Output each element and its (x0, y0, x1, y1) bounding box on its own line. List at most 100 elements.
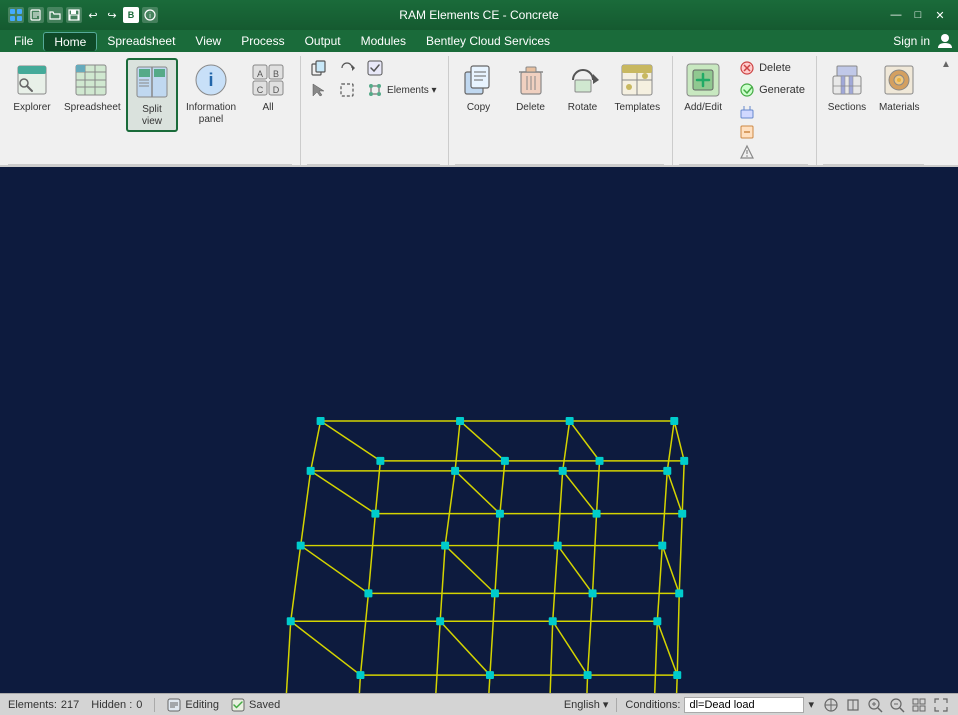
title-bar: ↩ ↪ B i RAM Elements CE - Concrete — □ ✕ (0, 0, 958, 30)
extra-icon[interactable]: i (142, 7, 158, 23)
copy-icon (459, 60, 499, 100)
elements-dropdown-label: Elements ▾ (387, 85, 436, 96)
main-area: Y X Z Elements: 217 Hidden : (0, 167, 958, 715)
viewport: Y X Z (0, 167, 958, 693)
sign-in-label: Sign in (893, 34, 930, 48)
saved-label: Saved (249, 699, 280, 711)
menu-file[interactable]: File (4, 32, 43, 50)
elements-icon (366, 81, 384, 99)
information-panel-icon: i (191, 60, 231, 100)
zoom-out-icon[interactable] (888, 696, 906, 714)
sign-in-area[interactable]: Sign in (893, 32, 954, 50)
svg-text:B: B (273, 69, 279, 79)
menu-process[interactable]: Process (231, 32, 294, 50)
select-window-button[interactable] (335, 80, 359, 100)
ribbon-group-data: Explorer (4, 56, 301, 181)
split-view-button[interactable]: Splitview (126, 58, 178, 132)
spreadsheet-icon (71, 60, 111, 100)
all-label: All (262, 102, 273, 114)
select-copy-button[interactable] (307, 58, 331, 78)
editing-label: Editing (185, 699, 219, 711)
zoom-in-icon[interactable] (866, 696, 884, 714)
lc-extra1[interactable] (735, 102, 808, 122)
menu-modules[interactable]: Modules (351, 32, 416, 50)
lc-extra2[interactable] (735, 122, 808, 142)
quick-access-toolbar: ↩ ↪ B i (28, 7, 158, 23)
selection-items: Elements ▾ (307, 56, 439, 162)
3d-structure-canvas[interactable]: Y X Z (0, 167, 958, 693)
svg-text:A: A (257, 69, 263, 79)
save-title-icon[interactable] (66, 7, 82, 23)
fullscreen-icon[interactable] (932, 696, 950, 714)
language-dropdown[interactable]: English ▾ (564, 698, 609, 711)
view-icon-2[interactable] (844, 696, 862, 714)
menu-spreadsheet[interactable]: Spreadsheet (97, 32, 185, 50)
select-rotate-icon (338, 59, 356, 77)
select-extra-button[interactable] (363, 58, 387, 78)
templates-icon (617, 60, 657, 100)
rotate-icon (563, 60, 603, 100)
ribbon-content: Explorer (0, 52, 958, 181)
sections-button[interactable]: Sections (823, 58, 871, 116)
language-label: English (564, 699, 600, 711)
svg-text:i: i (209, 70, 214, 90)
select-elements-dropdown[interactable]: Elements ▾ (363, 80, 439, 100)
copy-button[interactable]: Copy (455, 58, 503, 116)
open-icon[interactable] (47, 7, 63, 23)
title-bar-left: ↩ ↪ B i (8, 7, 158, 23)
fit-icon[interactable] (910, 696, 928, 714)
copy-label: Copy (467, 102, 490, 114)
spreadsheet-button[interactable]: Spreadsheet (60, 58, 122, 116)
select-window-icon (338, 81, 356, 99)
view-icon-1[interactable] (822, 696, 840, 714)
divider1 (154, 698, 155, 712)
load-items: Add/Edit Delete (679, 56, 808, 162)
minimize-button[interactable]: — (886, 5, 906, 25)
menu-view[interactable]: View (185, 32, 231, 50)
maximize-button[interactable]: □ (908, 5, 928, 25)
menu-output[interactable]: Output (295, 32, 351, 50)
all-icon: A B C D (248, 60, 288, 100)
lc-extra3[interactable] (735, 142, 808, 162)
conditions-arrow[interactable]: ▾ (808, 698, 814, 711)
menu-bentley-cloud[interactable]: Bentley Cloud Services (416, 32, 560, 50)
delete-model-button[interactable]: Delete (507, 58, 555, 116)
all-button[interactable]: A B C D All (244, 58, 292, 116)
add-edit-icon (683, 60, 723, 100)
rotate-label: Rotate (568, 102, 597, 114)
ribbon-collapse-button[interactable]: ▲ (938, 56, 954, 72)
language-arrow: ▾ (603, 698, 609, 711)
materials-label: Materials (879, 102, 920, 114)
new-icon[interactable] (28, 7, 44, 23)
generate-button[interactable]: Generate (735, 80, 808, 100)
materials-button[interactable]: Materials (875, 58, 924, 116)
rotate-button[interactable]: Rotate (559, 58, 607, 116)
conditions-input[interactable] (684, 697, 804, 713)
bentley-icon[interactable]: B (123, 7, 139, 23)
sections-icon (827, 60, 867, 100)
explorer-button[interactable]: Explorer (8, 58, 56, 116)
hidden-label: Hidden : (91, 699, 132, 711)
editing-status[interactable]: Editing (167, 698, 219, 712)
templates-label: Templates (615, 102, 661, 114)
information-panel-button[interactable]: i Informationpanel (182, 58, 240, 128)
close-button[interactable]: ✕ (930, 5, 950, 25)
delete-lc-button[interactable]: Delete (735, 58, 808, 78)
modeling-items: Copy (455, 56, 665, 162)
divider2 (616, 698, 617, 712)
select-rotate-button[interactable] (335, 58, 359, 78)
add-edit-button[interactable]: Add/Edit (679, 58, 727, 116)
select-arrow-button[interactable] (307, 80, 331, 100)
templates-button[interactable]: Templates (611, 58, 665, 116)
data-items: Explorer (8, 56, 292, 162)
menu-bar: File Home Spreadsheet View Process Outpu… (0, 30, 958, 52)
ribbon-group-modeling: Copy (451, 56, 674, 181)
saved-status[interactable]: Saved (231, 698, 280, 712)
add-edit-label: Add/Edit (684, 102, 722, 114)
menu-home[interactable]: Home (43, 32, 97, 51)
undo-icon[interactable]: ↩ (85, 7, 101, 23)
redo-icon[interactable]: ↪ (104, 7, 120, 23)
generate-label: Generate (759, 84, 805, 96)
select-arrow-icon (310, 81, 328, 99)
svg-text:C: C (257, 85, 264, 95)
